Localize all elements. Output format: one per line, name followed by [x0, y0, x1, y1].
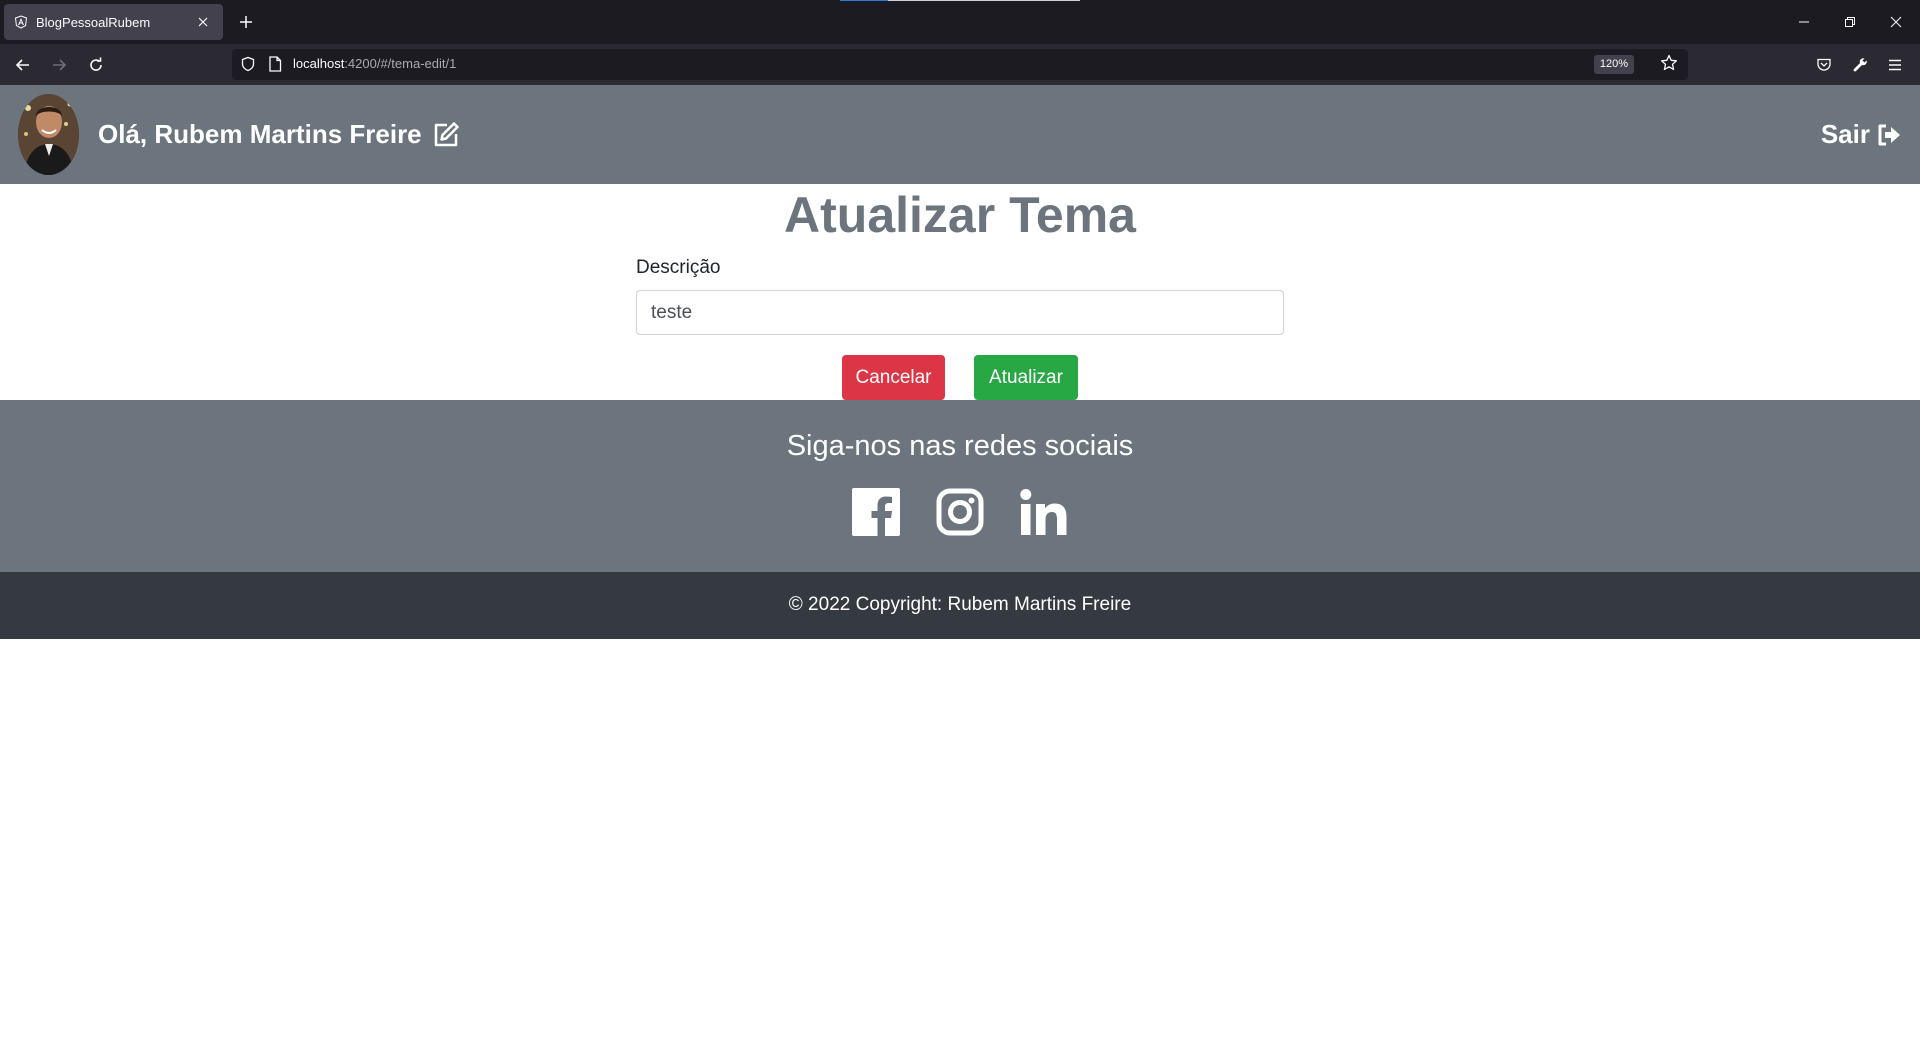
back-arrow-icon[interactable]	[8, 50, 38, 80]
avatar	[18, 94, 79, 175]
browser-nav-bar: localhost:4200/#/tema-edit/1 120%	[0, 44, 1920, 85]
pocket-icon[interactable]	[1810, 51, 1838, 79]
tab-title: BlogPessoalRubem	[36, 14, 151, 30]
forward-arrow-icon[interactable]	[44, 50, 74, 80]
instagram-icon[interactable]	[935, 487, 985, 537]
bookmark-star-icon[interactable]	[1660, 54, 1678, 77]
update-button[interactable]: Atualizar	[974, 355, 1078, 400]
app-header: Olá, Rubem Martins Freire Sair	[0, 85, 1920, 184]
address-bar[interactable]: localhost:4200/#/tema-edit/1 120%	[232, 49, 1688, 80]
angular-logo-icon	[14, 15, 28, 29]
wrench-icon[interactable]	[1846, 51, 1874, 79]
new-tab-icon[interactable]	[234, 10, 258, 34]
page-content: Olá, Rubem Martins Freire Sair Atualizar…	[0, 85, 1920, 1039]
sign-out-icon	[1876, 122, 1902, 148]
facebook-icon[interactable]	[851, 487, 901, 537]
description-input[interactable]	[636, 290, 1284, 335]
social-section: Siga-nos nas redes sociais	[0, 400, 1920, 572]
restore-icon[interactable]	[1827, 0, 1873, 44]
cancel-button[interactable]: Cancelar	[842, 355, 945, 400]
close-tab-icon[interactable]	[193, 12, 213, 32]
hamburger-menu-icon[interactable]	[1881, 51, 1909, 79]
edit-profile-icon[interactable]	[432, 121, 460, 149]
copyright-text: © 2022 Copyright: Rubem Martins Freire	[788, 594, 1132, 615]
minimize-icon[interactable]	[1781, 0, 1827, 44]
browser-tab-bar: BlogPessoalRubem	[0, 0, 1920, 44]
reload-icon[interactable]	[81, 50, 111, 80]
url-host: localhost	[293, 56, 345, 71]
social-title: Siga-nos nas redes sociais	[786, 430, 1134, 462]
page-info-icon[interactable]	[268, 56, 282, 77]
logout-link[interactable]: Sair	[1821, 119, 1902, 150]
footer: © 2022 Copyright: Rubem Martins Freire	[0, 572, 1920, 639]
logout-label: Sair	[1820, 119, 1870, 149]
url-path: :4200/#/tema-edit/1	[344, 56, 457, 71]
linkedin-icon[interactable]	[1019, 487, 1069, 537]
description-label: Descrição	[636, 257, 721, 278]
browser-tab[interactable]: BlogPessoalRubem	[4, 4, 223, 40]
shield-icon[interactable]	[240, 56, 256, 77]
tab-strip-indicator-accent	[840, 0, 888, 1]
greeting-text: Olá, Rubem Martins Freire	[98, 119, 422, 149]
close-window-icon[interactable]	[1873, 0, 1919, 44]
url-text: localhost:4200/#/tema-edit/1	[293, 56, 456, 71]
zoom-level-badge[interactable]: 120%	[1593, 55, 1634, 74]
page-title: Atualizar Tema	[784, 187, 1136, 243]
